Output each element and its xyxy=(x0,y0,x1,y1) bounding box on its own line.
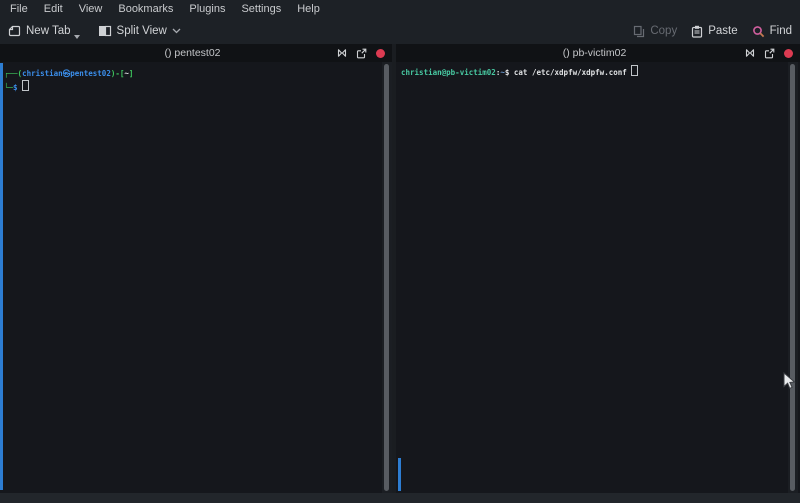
paste-icon xyxy=(691,25,703,38)
prompt-frame-lead: └─ xyxy=(4,83,13,92)
split-view-button[interactable]: Split View xyxy=(98,20,181,42)
find-button[interactable]: Find xyxy=(752,20,792,42)
new-tab-dropdown-caret[interactable] xyxy=(74,35,80,39)
pane-left: () pentest02 ┌──(christian㉿pentest0 xyxy=(0,44,392,493)
menu-plugins[interactable]: Plugins xyxy=(181,0,233,18)
detach-view-icon[interactable] xyxy=(764,48,775,59)
menu-settings[interactable]: Settings xyxy=(233,0,289,18)
paste-label: Paste xyxy=(708,25,737,37)
focus-indicator-left xyxy=(0,63,3,490)
menu-bar: File Edit View Bookmarks Plugins Setting… xyxy=(0,0,800,18)
pane-title-left: () pentest02 xyxy=(164,47,220,59)
scrollbar-thumb-right[interactable] xyxy=(790,64,795,491)
prompt-frame-close: ] xyxy=(129,69,134,78)
pane-header-left[interactable]: () pentest02 xyxy=(0,44,392,62)
detach-view-icon[interactable] xyxy=(356,48,367,59)
prompt-frame-open: ┌──( xyxy=(4,69,22,78)
menu-bookmarks[interactable]: Bookmarks xyxy=(110,0,181,18)
paste-button[interactable]: Paste xyxy=(691,20,737,42)
copy-icon xyxy=(633,25,645,38)
find-label: Find xyxy=(770,25,792,37)
window-bottom-edge xyxy=(0,493,800,503)
chevron-down-icon xyxy=(172,28,181,34)
close-view-button[interactable] xyxy=(784,49,793,58)
menu-view[interactable]: View xyxy=(71,0,111,18)
expand-view-icon[interactable] xyxy=(337,48,347,58)
scrollbar-left[interactable] xyxy=(382,62,392,493)
prompt-user-host: christian㉿pentest02 xyxy=(22,69,111,78)
scrollbar-right[interactable] xyxy=(788,62,798,493)
close-view-button[interactable] xyxy=(376,49,385,58)
pane-right: () pb-victim02 christian@pb-victim02:~$ … xyxy=(396,44,800,493)
terminal-right[interactable]: christian@pb-victim02:~$ cat /etc/xdpfw/… xyxy=(396,62,800,493)
split-workspace: () pentest02 ┌──(christian㉿pentest0 xyxy=(0,44,800,493)
prompt-dollar: $ xyxy=(13,83,18,92)
terminal-cursor-left xyxy=(22,80,29,91)
scrollbar-thumb-left[interactable] xyxy=(384,64,389,491)
split-view-label: Split View xyxy=(117,25,167,37)
copy-label: Copy xyxy=(650,25,677,37)
menu-help[interactable]: Help xyxy=(289,0,328,18)
toolbar: New Tab Split View xyxy=(0,18,800,44)
pane-header-right[interactable]: () pb-victim02 xyxy=(396,44,800,62)
tab-new-icon xyxy=(8,25,21,37)
new-tab-label: New Tab xyxy=(26,25,71,37)
prompt-frame-mid: )-[ xyxy=(111,69,125,78)
search-icon xyxy=(752,25,765,38)
focus-indicator-right xyxy=(398,458,401,491)
menu-file[interactable]: File xyxy=(2,0,36,18)
typed-command: cat /etc/xdpfw/xdpfw.conf xyxy=(509,68,626,77)
terminal-left-content: ┌──(christian㉿pentest02)-[~] └─$ xyxy=(0,62,392,94)
pane-title-right: () pb-victim02 xyxy=(563,47,627,59)
expand-view-icon[interactable] xyxy=(745,48,755,58)
new-tab-button[interactable]: New Tab xyxy=(8,20,80,42)
split-view-icon xyxy=(98,25,112,37)
terminal-left[interactable]: ┌──(christian㉿pentest02)-[~] └─$ xyxy=(0,62,392,493)
terminal-cursor-right xyxy=(631,65,638,76)
copy-button[interactable]: Copy xyxy=(633,20,677,42)
menu-edit[interactable]: Edit xyxy=(36,0,71,18)
terminal-right-content: christian@pb-victim02:~$ cat /etc/xdpfw/… xyxy=(396,62,800,79)
prompt-user-host: christian@pb-victim02 xyxy=(401,68,496,77)
